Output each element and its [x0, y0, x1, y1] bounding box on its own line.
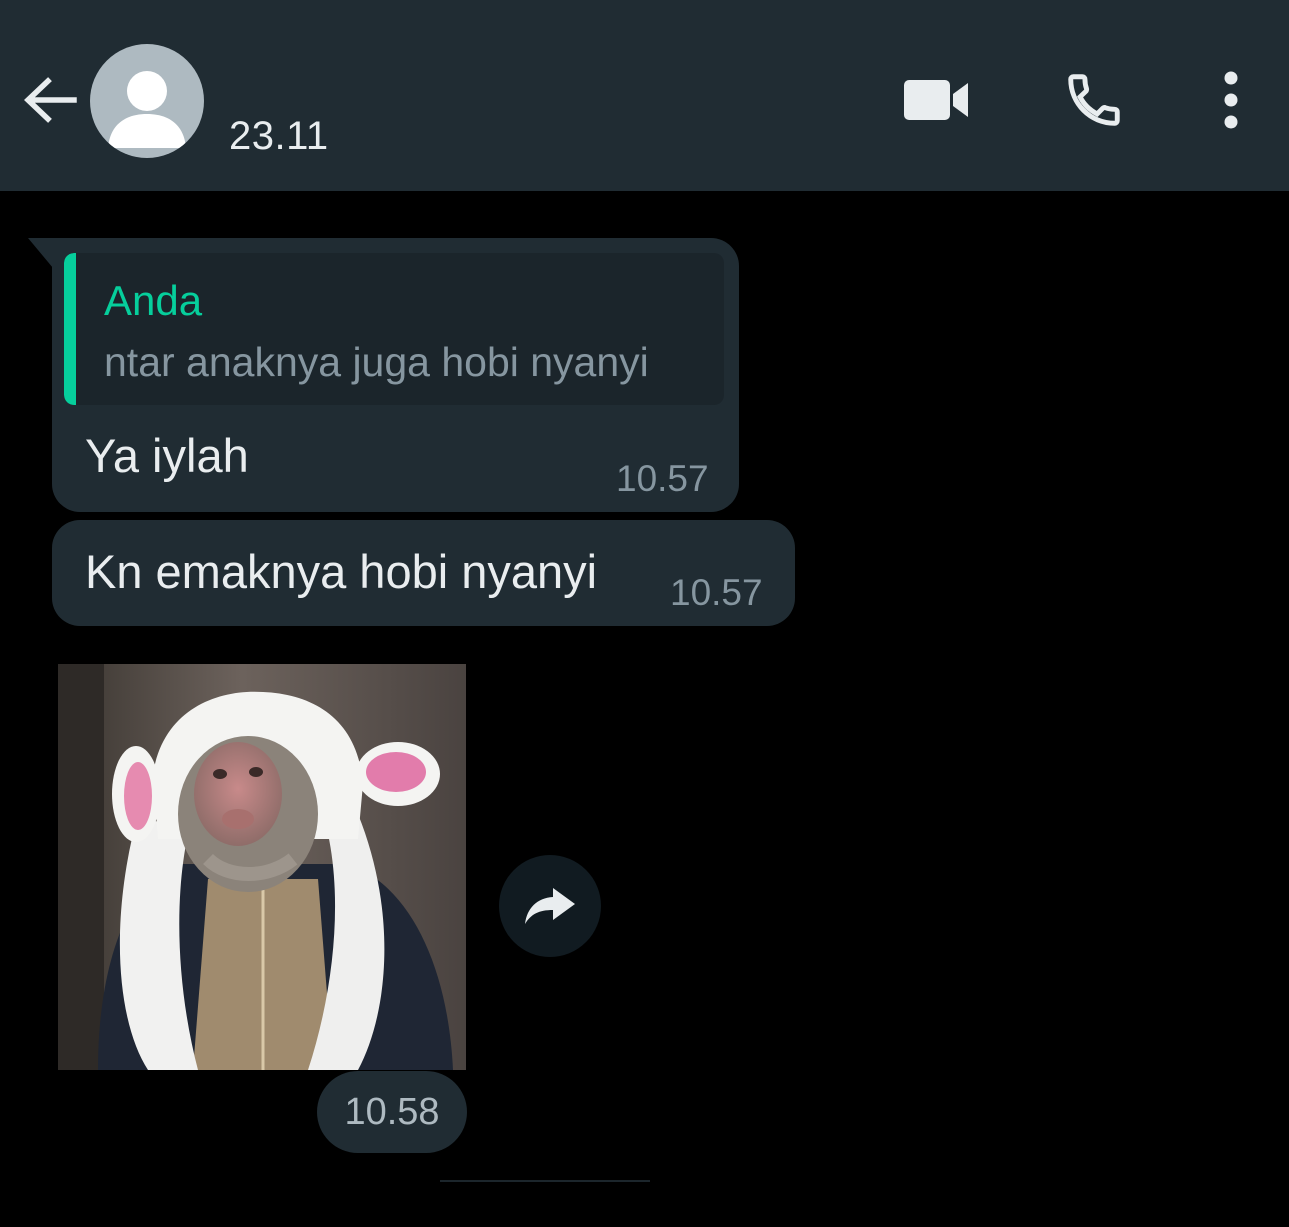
- quoted-message[interactable]: Anda ntar anaknya juga hobi nyanyi: [64, 253, 724, 405]
- quoted-author: Anda: [104, 277, 203, 324]
- voice-call-button[interactable]: [1054, 62, 1134, 138]
- default-user-avatar-icon: [108, 71, 186, 148]
- quoted-text: ntar anaknya juga hobi nyanyi: [104, 339, 649, 385]
- video-call-button[interactable]: [896, 62, 978, 138]
- forward-button[interactable]: [499, 855, 601, 957]
- sticker-time-badge: 10.58: [317, 1071, 467, 1153]
- message-time: 10.58: [344, 1091, 440, 1133]
- phone-icon: [1068, 74, 1120, 126]
- message-text: Ya iylah: [85, 429, 249, 482]
- message-time: 10.57: [616, 458, 709, 499]
- chat-header: 23.11: [0, 0, 1289, 191]
- avatar[interactable]: [90, 44, 204, 158]
- video-camera-icon: [904, 80, 968, 120]
- divider: [440, 1180, 650, 1182]
- quote-accent-bar: [64, 253, 76, 405]
- sticker-image[interactable]: [58, 664, 466, 1070]
- monkey-in-bunny-hood-sticker: [58, 664, 466, 1070]
- back-button[interactable]: [20, 70, 80, 130]
- message-time: 10.57: [670, 572, 763, 613]
- contact-name[interactable]: 23.11: [229, 114, 329, 159]
- more-vertical-icon: [1224, 71, 1238, 129]
- arrow-left-icon: [24, 77, 77, 123]
- message-text: Kn emaknya hobi nyanyi: [85, 545, 598, 598]
- forward-arrow-icon: [525, 888, 575, 924]
- menu-button[interactable]: [1206, 62, 1256, 138]
